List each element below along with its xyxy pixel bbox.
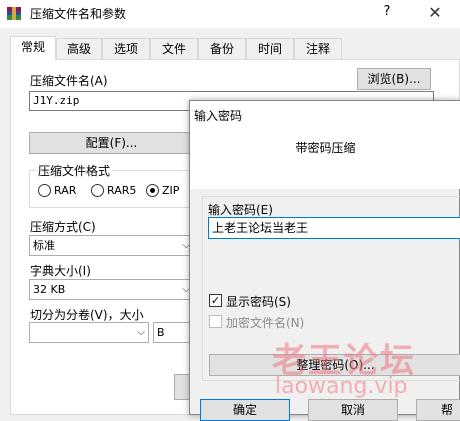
archive-name-value: J1Y.zip (33, 94, 80, 107)
dialog-title: 输入密码 (194, 109, 243, 123)
compression-method-select[interactable]: 标准 ⌵ (29, 235, 194, 256)
help-button-dialog[interactable]: 帮 (416, 399, 460, 421)
encrypt-filenames-label: 加密文件名(N) (226, 316, 305, 330)
archive-name-label: 压缩文件名(A) (30, 74, 108, 88)
watermark-url-text: laowang.vip (275, 374, 408, 399)
dictionary-size-value: 32 KB (33, 283, 66, 296)
password-label: 输入密码(E) (208, 203, 273, 217)
winrar-app-icon (6, 6, 22, 22)
show-password-checkbox[interactable]: ✓ (209, 294, 222, 307)
encrypt-filenames-checkbox[interactable] (209, 315, 222, 328)
format-rar5-label: RAR5 (107, 184, 137, 197)
password-input[interactable]: 上老王论坛当老王 (208, 217, 460, 239)
dialog-titlebar: 输入密码 (190, 101, 460, 129)
tab-backup[interactable]: 备份 (198, 38, 246, 60)
tab-files[interactable]: 文件 (150, 38, 198, 60)
compression-method-value: 标准 (33, 239, 55, 252)
format-rar-label: RAR (54, 184, 77, 197)
split-unit-value: B (157, 326, 165, 339)
split-size-input[interactable]: ⌵ (29, 322, 149, 343)
tab-options[interactable]: 选项 (102, 38, 150, 60)
help-button[interactable]: ? (380, 4, 394, 22)
tab-time[interactable]: 时间 (246, 38, 294, 60)
ok-button[interactable]: 确定 (200, 399, 290, 421)
close-button[interactable]: ✕ (420, 2, 450, 24)
browse-button[interactable]: 浏览(B)... (357, 68, 431, 90)
format-zip-radio[interactable] (146, 184, 159, 197)
format-rar5-radio[interactable] (91, 184, 104, 197)
chevron-down-icon: ⌵ (137, 327, 145, 338)
dialog-heading: 带密码压缩 (295, 141, 356, 155)
format-rar-radio[interactable] (38, 184, 51, 197)
dictionary-size-select[interactable]: 32 KB ⌵ (29, 279, 194, 300)
tab-comment[interactable]: 注释 (294, 38, 342, 60)
dictionary-size-label: 字典大小(I) (30, 264, 91, 278)
compression-method-label: 压缩方式(C) (30, 220, 96, 234)
tab-general[interactable]: 常规 (10, 36, 56, 60)
cancel-button[interactable]: 取消 (308, 399, 398, 421)
archive-format-label: 压缩文件格式 (36, 162, 113, 179)
password-value: 上老王论坛当老王 (212, 221, 309, 235)
tab-advanced[interactable]: 高级 (56, 38, 102, 60)
format-zip-label: ZIP (162, 184, 180, 197)
split-volumes-label: 切分为分卷(V)，大小 (30, 308, 144, 322)
split-unit-select[interactable]: B (153, 322, 194, 343)
dialog-header-area: 带密码压缩 (190, 129, 460, 189)
profiles-button[interactable]: 配置(F)... (29, 132, 194, 154)
show-password-label: 显示密码(S) (226, 295, 291, 309)
window-title: 压缩文件名和参数 (30, 7, 127, 21)
window-titlebar: 压缩文件名和参数 ? ✕ (0, 0, 460, 28)
